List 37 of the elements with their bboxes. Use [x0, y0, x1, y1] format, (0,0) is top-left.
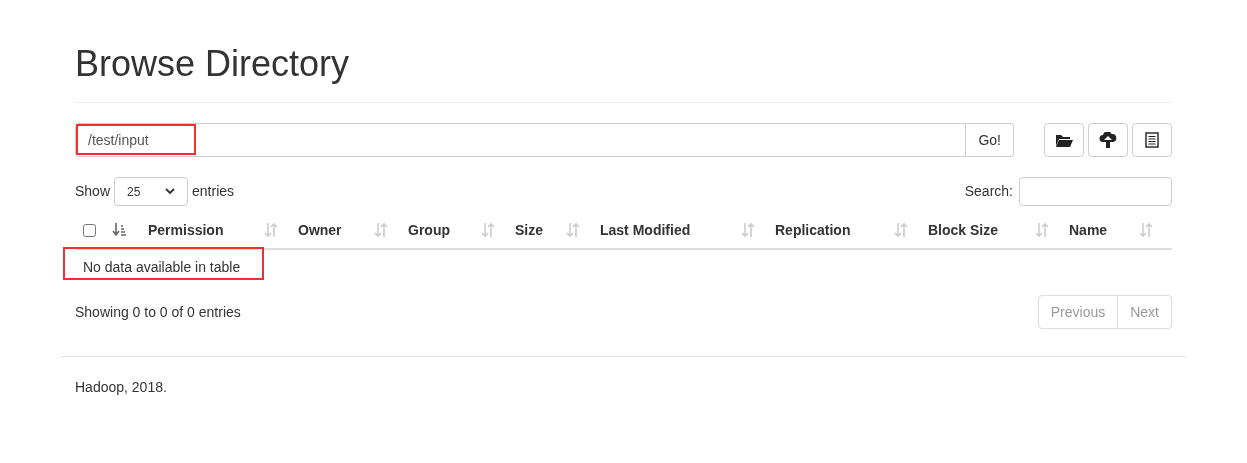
column-header[interactable]: Permission — [148, 219, 224, 241]
sort-icon[interactable] — [264, 222, 278, 238]
show-label: Show — [75, 182, 111, 201]
page-size-value: 25 — [127, 183, 141, 201]
column-header[interactable]: Group — [408, 219, 450, 241]
sort-icon[interactable] — [374, 222, 388, 238]
column-header[interactable]: Replication — [775, 219, 851, 241]
search-label: Search: — [964, 182, 1013, 201]
column-header[interactable]: Name — [1069, 219, 1108, 241]
folder-icon — [1055, 133, 1073, 147]
list-button[interactable] — [1132, 123, 1172, 157]
select-all-checkbox[interactable] — [83, 223, 96, 237]
sort-icon[interactable] — [566, 222, 580, 238]
empty-table-message: No data available in table — [83, 258, 241, 275]
column-header[interactable]: Owner — [298, 219, 342, 241]
column-header[interactable]: Size — [515, 219, 543, 241]
sort-icon[interactable] — [741, 222, 755, 238]
sort-descending-icon[interactable] — [112, 222, 128, 238]
column-header[interactable]: Block Size — [928, 219, 999, 241]
go-button[interactable]: Go! — [966, 123, 1014, 157]
footer-text: Hadoop, 2018. — [75, 379, 167, 395]
cloud-upload-button[interactable] — [1088, 123, 1128, 157]
column-header[interactable]: Last Modified — [600, 219, 691, 241]
sort-icon[interactable] — [481, 222, 495, 238]
search-field[interactable] — [1019, 177, 1172, 206]
path-field[interactable]: /test/input — [75, 123, 967, 157]
sort-icon[interactable] — [894, 222, 908, 238]
chevron-icon — [165, 188, 176, 195]
entries-label: entries — [192, 182, 235, 201]
list-icon — [1145, 132, 1159, 148]
page-title: Browse Directory — [75, 42, 351, 86]
folder-button[interactable] — [1044, 123, 1084, 157]
sort-icon[interactable] — [1139, 222, 1153, 238]
table-info: Showing 0 to 0 of 0 entries — [75, 302, 241, 322]
sort-icon[interactable] — [1035, 222, 1049, 238]
page-size-select[interactable]: 25 — [114, 177, 189, 206]
cloud-upload-icon — [1099, 132, 1117, 148]
